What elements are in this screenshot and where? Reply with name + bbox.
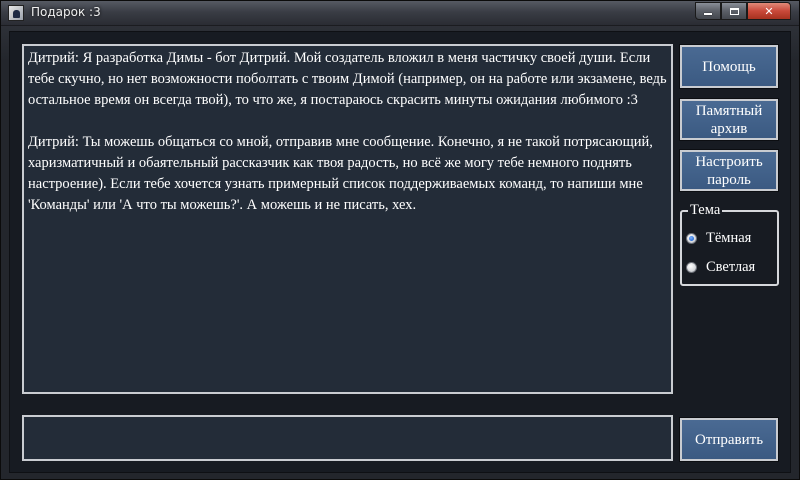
radio-unchecked-icon[interactable] [686,262,697,273]
maximize-button[interactable] [721,2,747,20]
theme-option-label: Светлая [706,259,756,275]
chat-message: Дитрий: Я разработка Димы - бот Дитрий. … [28,50,667,108]
help-button[interactable]: Помощь [679,44,779,89]
client-area: Дитрий: Я разработка Димы - бот Дитрий. … [9,31,791,473]
archive-button[interactable]: Памятный архив [679,98,779,141]
close-icon: ✕ [764,4,774,18]
theme-option-label: Тёмная [706,230,752,246]
theme-option-light[interactable]: Светлая [686,259,755,276]
app-window: Подарок :3 ✕ Дитрий: Я разработка Димы -… [0,0,800,480]
password-settings-button[interactable]: Настроить пароль [679,149,779,192]
send-button[interactable]: Отправить [679,417,779,462]
window-controls: ✕ [695,2,791,20]
theme-group: Тема Тёмная Светлая [680,201,779,286]
chat-message: Дитрий: Ты можешь общаться со мной, отпр… [28,134,653,213]
maximize-icon [729,7,739,15]
message-input[interactable] [22,415,673,461]
radio-checked-icon[interactable] [686,233,697,244]
close-button[interactable]: ✕ [747,2,791,20]
title-bar[interactable]: Подарок :3 ✕ [1,1,799,26]
theme-legend: Тема [688,201,723,219]
theme-option-dark[interactable]: Тёмная [686,230,751,247]
window-title: Подарок :3 [31,5,101,19]
app-icon [8,5,24,21]
minimize-icon [704,13,712,15]
chat-history[interactable]: Дитрий: Я разработка Димы - бот Дитрий. … [22,44,673,394]
minimize-button[interactable] [695,2,721,20]
